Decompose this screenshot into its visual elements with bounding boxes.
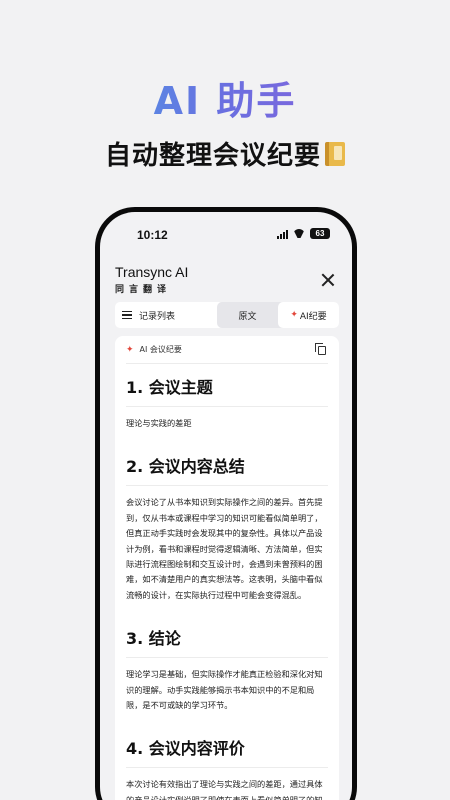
section: 1. 会议主题 理论与实践的差距 <box>126 364 328 443</box>
tab-original-label: 原文 <box>238 311 257 322</box>
sparkle-icon: ✦ <box>126 344 134 355</box>
section: 3. 结论 理论学习是基础，但实际操作才能真正检验和深化对知识的理解。动手实践能… <box>126 615 328 725</box>
view-switcher: 原文 ✦ AI纪要 <box>217 302 339 328</box>
section-body: 会议讨论了从书本知识到实际操作之间的差异。首先提到，仅从书本或课程中学习的知识可… <box>126 497 323 600</box>
signal-icon <box>277 229 288 239</box>
app-header: Transync AI 同言翻译 <box>115 264 337 304</box>
hero-subtitle-text: 自动整理会议纪要 <box>104 141 321 171</box>
tab-ai-minutes-label: AI纪要 <box>299 311 327 322</box>
hero-subtitle: 自动整理会议纪要 <box>0 135 450 172</box>
app-name-cn: 同言翻译 <box>115 285 172 295</box>
section: 2. 会议内容总结 会议讨论了从书本知识到实际操作之间的差异。首先提到，仅从书本… <box>126 443 328 615</box>
battery-icon: 63 <box>310 228 330 239</box>
tab-ai-minutes[interactable]: ✦ AI纪要 <box>278 302 339 328</box>
card-header-label: AI 会议纪要 <box>139 345 182 354</box>
hero-title: AI 助手 <box>0 70 450 125</box>
copy-icon[interactable] <box>315 343 326 355</box>
sparkle-icon: ✦ <box>290 310 298 320</box>
record-list-label: 记录列表 <box>139 311 176 322</box>
status-time: 10:12 <box>137 228 168 242</box>
record-list-button[interactable]: 记录列表 <box>115 302 224 328</box>
toolbar: 记录列表 原文 ✦ AI纪要 <box>115 302 339 328</box>
tab-original[interactable]: 原文 <box>217 302 278 328</box>
phone-frame: 10:12 63 Transync AI 同言翻译 记录列表 原文 ✦AI纪要 <box>95 207 357 800</box>
close-icon[interactable] <box>321 273 335 287</box>
notebook-icon <box>325 142 345 166</box>
card-header: ✦ AI 会议纪要 <box>126 336 328 364</box>
minutes-card: ✦ AI 会议纪要 1. 会议主题 理论与实践的差距 2. 会议内容总结 会议讨… <box>115 336 339 800</box>
section-body: 本次讨论有效指出了理论与实践之间的差距，通过具体的产品设计实例说明了即使在表面上… <box>126 779 323 800</box>
status-bar: 10:12 63 <box>100 212 352 254</box>
section-body: 理论与实践的差距 <box>126 418 192 428</box>
section: 4. 会议内容评价 本次讨论有效指出了理论与实践之间的差距，通过具体的产品设计实… <box>126 725 328 800</box>
section-title: 4. 会议内容评价 <box>126 725 328 769</box>
status-icons: 63 <box>277 228 330 239</box>
menu-icon <box>122 311 132 319</box>
app-name: Transync AI <box>115 264 189 280</box>
phone-screen: 10:12 63 Transync AI 同言翻译 记录列表 原文 ✦AI纪要 <box>100 212 352 800</box>
section-title: 1. 会议主题 <box>126 364 328 407</box>
section-title: 3. 结论 <box>126 615 328 659</box>
wifi-icon <box>293 229 305 238</box>
section-body: 理论学习是基础，但实际操作才能真正检验和深化对知识的理解。动手实践能够揭示书本知… <box>126 669 323 711</box>
section-title: 2. 会议内容总结 <box>126 443 328 487</box>
